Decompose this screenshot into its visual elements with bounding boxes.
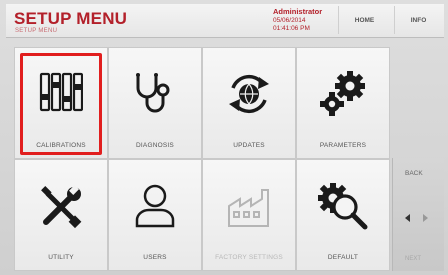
tile-label: PARAMETERS <box>319 142 367 149</box>
home-button[interactable]: HOME <box>338 6 390 34</box>
breadcrumb: SETUP MENU <box>15 28 58 34</box>
gear-magnifier-icon <box>318 183 368 230</box>
chevron-right-icon[interactable] <box>423 214 428 222</box>
user-info: Administrator 05/06/2014 01:41:06 PM <box>271 7 339 35</box>
current-time: 01:41:06 PM <box>273 25 310 32</box>
header-bar: SETUP MENU SETUP MENU Administrator 05/0… <box>6 4 444 38</box>
tile-label: DIAGNOSIS <box>136 142 174 149</box>
page-navigation: BACK NEXT <box>392 158 444 271</box>
gears-icon <box>320 71 365 116</box>
tile-label: DEFAULT <box>327 254 359 261</box>
tile-factory-settings: FACTORY SETTINGS <box>202 159 296 271</box>
tile-label: UPDATES <box>233 142 265 149</box>
tile-users[interactable]: USERS <box>108 159 202 271</box>
tile-parameters[interactable]: PARAMETERS <box>296 47 390 159</box>
tile-diagnosis[interactable]: DIAGNOSIS <box>108 47 202 159</box>
next-button[interactable]: NEXT <box>405 256 421 262</box>
setup-menu-screen: SETUP MENU SETUP MENU Administrator 05/0… <box>0 0 448 275</box>
selection-highlight <box>20 53 102 155</box>
info-button[interactable]: INFO <box>394 6 442 34</box>
wrench-screwdriver-icon <box>41 185 82 229</box>
user-icon <box>135 184 175 228</box>
tile-label: FACTORY SETTINGS <box>215 254 283 261</box>
tile-default[interactable]: DEFAULT <box>296 159 390 271</box>
user-name: Administrator <box>273 7 323 16</box>
tile-utility[interactable]: UTILITY <box>14 159 108 271</box>
page-title: SETUP MENU <box>14 9 128 28</box>
tile-label: USERS <box>143 254 167 261</box>
stethoscope-icon <box>136 73 170 113</box>
back-button[interactable]: BACK <box>405 170 423 177</box>
refresh-globe-icon <box>229 74 269 114</box>
tile-updates[interactable]: UPDATES <box>202 47 296 159</box>
current-date: 05/06/2014 <box>273 17 306 24</box>
chevron-left-icon[interactable] <box>405 214 410 222</box>
factory-icon <box>228 189 269 227</box>
tile-label: UTILITY <box>48 254 74 261</box>
